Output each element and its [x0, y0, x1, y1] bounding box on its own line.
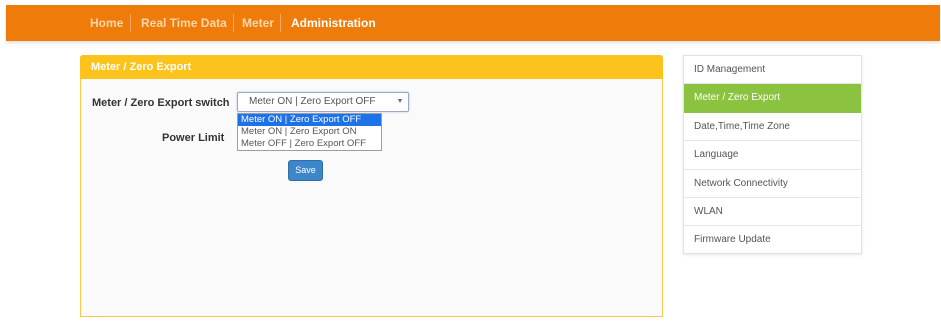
nav-meter[interactable]: Meter [242, 5, 274, 41]
select-option-meter-off-zero-export-off[interactable]: Meter OFF | Zero Export OFF [238, 138, 381, 150]
nav-separator [233, 14, 234, 32]
panel-header: Meter / Zero Export [80, 55, 663, 79]
sidebar-item-id-management[interactable]: ID Management [684, 56, 861, 85]
sidebar-item-wlan[interactable]: WLAN [684, 198, 861, 227]
save-button[interactable]: Save [288, 160, 323, 181]
select-dropdown-list: Meter ON | Zero Export OFF Meter ON | Ze… [237, 113, 382, 151]
nav-home[interactable]: Home [90, 5, 123, 41]
switch-label: Meter / Zero Export switch [92, 97, 230, 109]
select-value: Meter ON | Zero Export OFF [249, 96, 376, 107]
panel-title: Meter / Zero Export [91, 61, 192, 73]
sidebar-item-language[interactable]: Language [684, 141, 861, 170]
sidebar-item-date-time-time-zone[interactable]: Date,Time,Time Zone [684, 113, 861, 142]
select-option-meter-on-zero-export-off[interactable]: Meter ON | Zero Export OFF [238, 114, 381, 126]
meter-zero-export-panel: Meter / Zero Export Meter / Zero Export … [80, 55, 663, 317]
chevron-down-icon [398, 99, 402, 103]
nav-separator [280, 14, 281, 32]
sidebar-item-meter-zero-export[interactable]: Meter / Zero Export [684, 84, 861, 113]
admin-sidebar: ID Management Meter / Zero Export Date,T… [683, 55, 862, 254]
sidebar-item-network-connectivity[interactable]: Network Connectivity [684, 170, 861, 198]
nav-separator [130, 14, 131, 32]
power-limit-label: Power Limit [162, 132, 225, 144]
nav-administration[interactable]: Administration [291, 5, 376, 41]
select-option-meter-on-zero-export-on[interactable]: Meter ON | Zero Export ON [238, 126, 381, 138]
top-navbar: Home Real Time Data Meter Administration [6, 5, 940, 41]
meter-zero-export-select[interactable]: Meter ON | Zero Export OFF [237, 92, 409, 112]
sidebar-item-firmware-update[interactable]: Firmware Update [684, 226, 861, 254]
nav-real-time-data[interactable]: Real Time Data [141, 5, 227, 41]
